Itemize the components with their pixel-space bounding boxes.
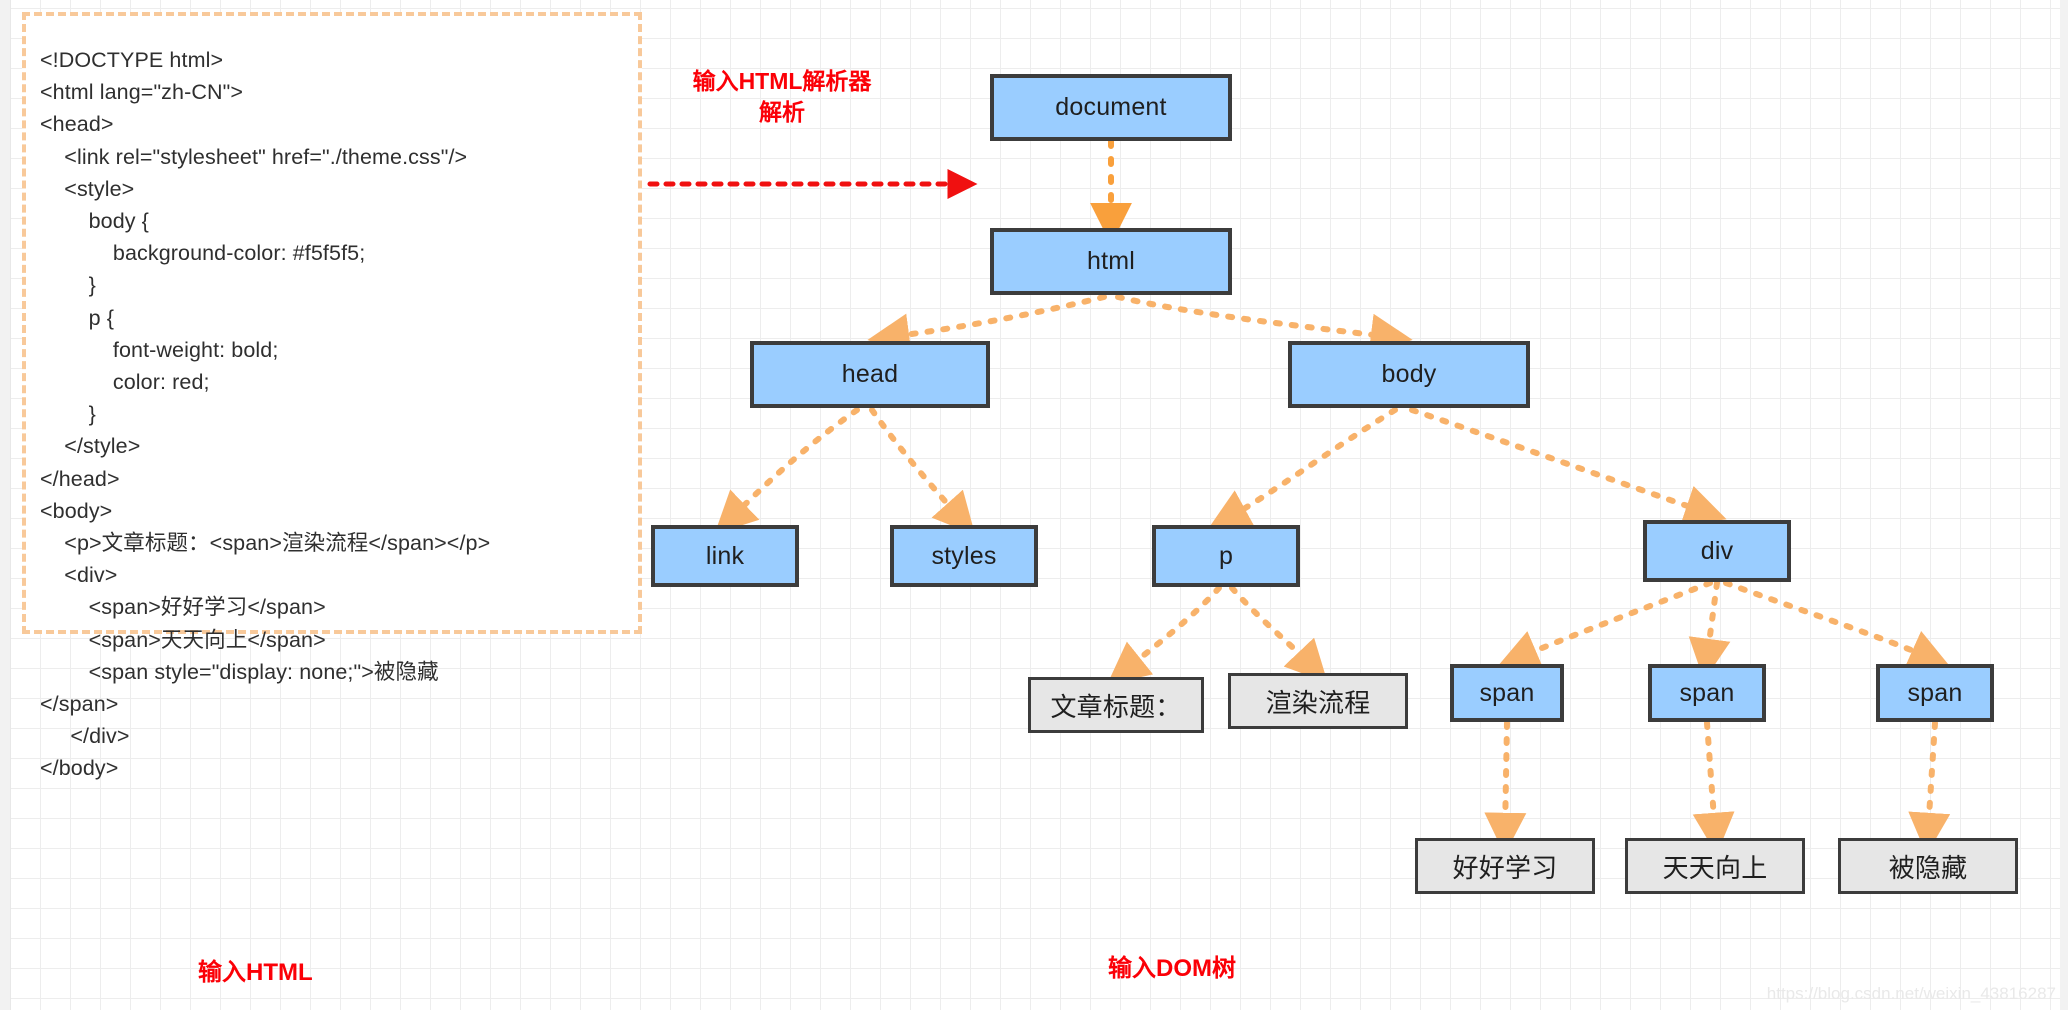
edge-html-head bbox=[867, 294, 1107, 356]
edge-head-link bbox=[714, 407, 860, 534]
dom-node-label: 天天向上 bbox=[1662, 852, 1768, 883]
edge-head-styles bbox=[869, 407, 976, 536]
dom-node-t-up: 天天向上 bbox=[1625, 838, 1805, 894]
edge-div-span1 bbox=[1497, 580, 1713, 670]
dom-node-document: document bbox=[990, 74, 1232, 141]
dom-node-label: span bbox=[1679, 678, 1735, 707]
dom-node-label: 被隐藏 bbox=[1888, 852, 1968, 883]
dom-node-div: div bbox=[1643, 520, 1791, 582]
edge-p-render bbox=[1229, 585, 1328, 683]
diagram-canvas: <!DOCTYPE html> <html lang="zh-CN"> <hea… bbox=[0, 0, 2068, 1010]
edge-div-span3 bbox=[1723, 580, 1951, 670]
dom-node-head: head bbox=[750, 341, 990, 408]
edge-p-title bbox=[1107, 585, 1222, 685]
dom-node-label: body bbox=[1381, 360, 1437, 388]
dom-node-t-hidden: 被隐藏 bbox=[1838, 838, 2018, 894]
dom-node-label: 文章标题： bbox=[1050, 691, 1182, 722]
dom-node-body: body bbox=[1288, 341, 1530, 408]
dom-node-span1: span bbox=[1450, 664, 1564, 722]
dom-node-label: html bbox=[1086, 247, 1136, 275]
dom-node-label: link bbox=[705, 541, 745, 570]
dom-node-t-title: 文章标题： bbox=[1028, 677, 1204, 733]
edge-html-body bbox=[1115, 294, 1413, 356]
dom-node-html: html bbox=[990, 228, 1232, 295]
dom-node-link: link bbox=[651, 525, 799, 587]
dom-node-label: 渲染流程 bbox=[1265, 687, 1371, 718]
dom-node-label: styles bbox=[931, 541, 997, 570]
dom-node-label: span bbox=[1479, 678, 1535, 707]
dom-node-span3: span bbox=[1876, 664, 1994, 722]
dom-node-t-study: 好好学习 bbox=[1415, 838, 1595, 894]
dom-node-label: 好好学习 bbox=[1452, 852, 1558, 883]
dom-node-label: document bbox=[1055, 93, 1167, 121]
edge-body-div bbox=[1409, 407, 1727, 526]
caption-input-html: 输入HTML bbox=[198, 959, 313, 986]
dom-node-styles: styles bbox=[890, 525, 1038, 587]
dom-node-label: span bbox=[1907, 678, 1963, 707]
html-source-code: <!DOCTYPE html> <html lang="zh-CN"> <hea… bbox=[40, 48, 491, 781]
edge-body-p bbox=[1208, 407, 1398, 529]
parse-arrow-label: 输入HTML解析器 解析 bbox=[692, 68, 872, 125]
dom-node-label: div bbox=[1700, 536, 1734, 565]
html-source-panel: <!DOCTYPE html> <html lang="zh-CN"> <hea… bbox=[22, 12, 642, 780]
canvas-right-gutter bbox=[2060, 0, 2068, 1010]
dom-node-label: head bbox=[841, 360, 899, 388]
dom-node-span2: span bbox=[1648, 664, 1766, 722]
dom-node-label: p bbox=[1218, 541, 1234, 570]
edge-span1-text bbox=[1484, 720, 1527, 855]
watermark: https://blog.csdn.net/weixin_43816287 bbox=[1766, 984, 2056, 1003]
edge-span3-text bbox=[1908, 720, 1951, 855]
dom-node-p: p bbox=[1152, 525, 1300, 587]
canvas-left-gutter bbox=[0, 0, 11, 1010]
caption-input-dom-tree: 输入DOM树 bbox=[1108, 955, 1236, 982]
edge-div-span2 bbox=[1688, 580, 1731, 681]
edge-span2-text bbox=[1692, 720, 1735, 855]
dom-node-t-render: 渲染流程 bbox=[1228, 673, 1408, 729]
